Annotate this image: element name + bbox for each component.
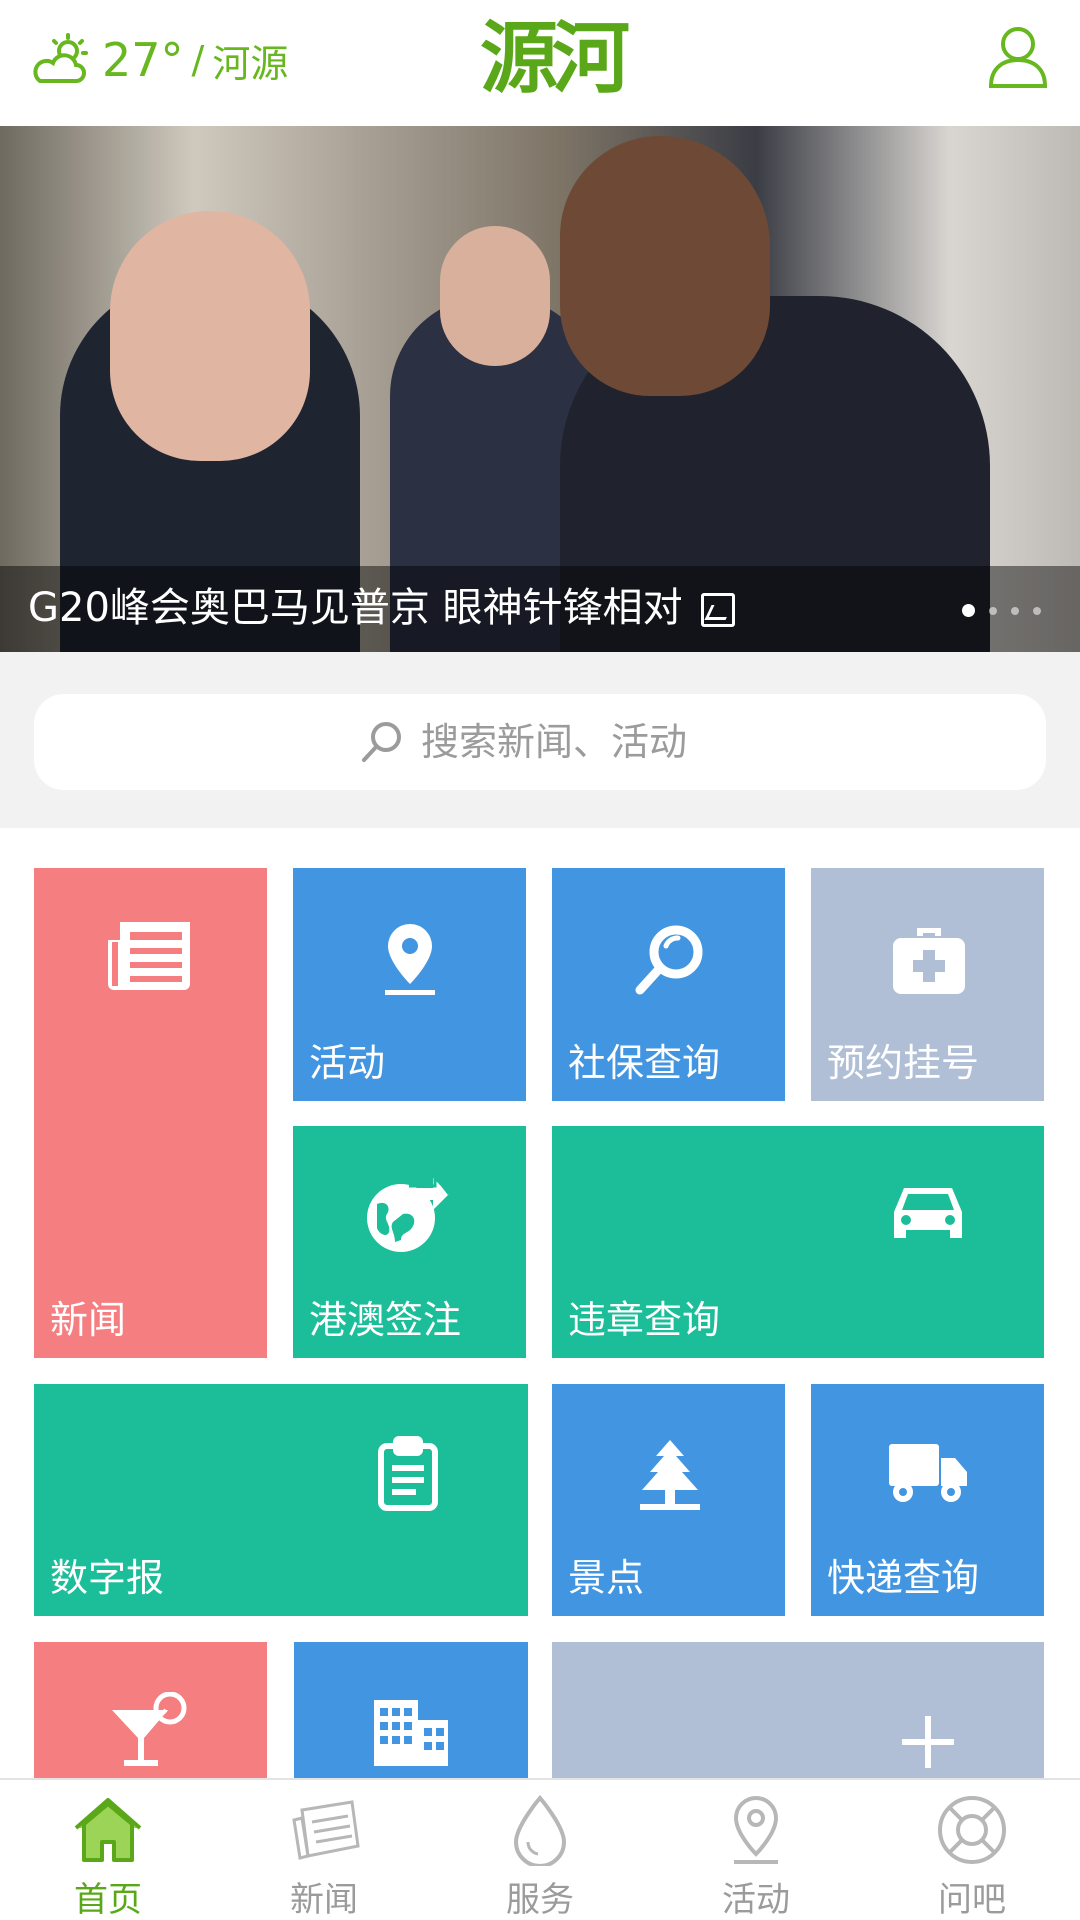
gallery-icon: [700, 593, 735, 627]
location-pin-icon: [733, 1795, 779, 1864]
city-name: 河源: [212, 41, 289, 86]
news-paper-icon: [292, 1800, 360, 1860]
carousel-indicator: [962, 604, 1041, 617]
tile-express-tracking[interactable]: 快递查询: [811, 1384, 1044, 1616]
banner-caption-bar: G20峰会奥巴马见普京 眼神针锋相对: [0, 566, 1080, 652]
news-banner-carousel[interactable]: G20峰会奥巴马见普京 眼神针锋相对: [0, 126, 1080, 652]
search-bar[interactable]: [34, 694, 1046, 790]
nav-item-home[interactable]: 首页: [0, 1780, 216, 1920]
tile-label: 违章查询: [568, 1298, 721, 1342]
user-icon[interactable]: [987, 24, 1049, 88]
nav-label: 新闻: [290, 1880, 358, 1920]
banner-photo-figure: [110, 211, 310, 461]
partly-cloudy-icon: [33, 33, 88, 83]
tile-label: 数字报: [50, 1556, 165, 1600]
search-icon: [362, 722, 401, 762]
tile-label: 景点: [568, 1556, 645, 1600]
car-icon: [894, 1188, 962, 1238]
nav-label: 活动: [722, 1880, 790, 1920]
nav-item-ask[interactable]: 问吧: [864, 1780, 1080, 1920]
nav-item-activity[interactable]: 活动: [648, 1780, 864, 1920]
tile-label: 活动: [309, 1041, 386, 1085]
banner-caption-text: G20峰会奥巴马见普京 眼神针锋相对: [28, 585, 683, 631]
app-logo: 源河: [480, 13, 630, 104]
home-icon: [74, 1798, 142, 1862]
medical-kit-icon: [893, 928, 965, 994]
carousel-dot-3[interactable]: [1011, 606, 1019, 615]
nav-label: 服务: [506, 1880, 574, 1920]
search-input[interactable]: [421, 720, 721, 764]
tile-activity[interactable]: 活动: [293, 868, 526, 1101]
bottom-navigation: 首页 新闻 服务 活动 问吧: [0, 1778, 1080, 1920]
tree-icon: [640, 1440, 700, 1510]
tile-label: 新闻: [50, 1298, 127, 1342]
building-icon: [374, 1700, 448, 1766]
top-bar: 27° / 河源 源河: [0, 0, 1080, 126]
lifebuoy-icon: [938, 1796, 1006, 1864]
truck-icon: [889, 1444, 967, 1502]
banner-caption: G20峰会奥巴马见普京 眼神针锋相对: [28, 580, 735, 636]
tile-label: 预约挂号: [827, 1041, 980, 1085]
search-section: [0, 652, 1080, 828]
city-separator: /: [191, 38, 205, 82]
temperature: 27°: [102, 33, 184, 87]
service-grid: 新闻 活动 社保查询 预约挂号 港澳签注 违章查询 数字报 景点 快递查询: [0, 828, 1080, 1778]
newspaper-icon: [108, 922, 190, 990]
home-screen: 27° / 河源 源河 G20峰会奥巴马见普京 眼神针锋相对 搜索新闻、活动 新…: [0, 0, 1080, 1920]
banner-photo-figure: [440, 226, 550, 366]
nav-label: 首页: [74, 1880, 142, 1920]
magnifier-icon: [635, 925, 703, 995]
water-drop-icon: [513, 1794, 567, 1866]
tile-add-more[interactable]: [552, 1642, 1044, 1778]
tile-traffic-violation[interactable]: 违章查询: [552, 1126, 1044, 1358]
location-pin-icon: [385, 924, 435, 995]
weather-widget[interactable]: 27° / 河源: [30, 30, 288, 90]
plus-icon: [902, 1716, 954, 1768]
nav-label: 问吧: [938, 1880, 1006, 1920]
tile-hk-macao-endorsement[interactable]: 港澳签注: [293, 1126, 526, 1358]
tile-appointment[interactable]: 预约挂号: [811, 868, 1044, 1101]
globe-arrow-icon: [367, 1174, 449, 1252]
tile-leisure[interactable]: [34, 1642, 267, 1778]
banner-photo-figure: [560, 136, 770, 396]
tile-digital-newspaper[interactable]: 数字报: [34, 1384, 528, 1616]
nav-item-services[interactable]: 服务: [432, 1780, 648, 1920]
tile-news[interactable]: 新闻: [34, 868, 267, 1358]
nav-item-news[interactable]: 新闻: [216, 1780, 432, 1920]
cocktail-icon: [112, 1692, 187, 1766]
tile-label: 港澳签注: [309, 1298, 462, 1342]
carousel-dot-2[interactable]: [989, 606, 997, 615]
tile-social-security[interactable]: 社保查询: [552, 868, 785, 1101]
tile-building[interactable]: [294, 1642, 528, 1778]
clipboard-icon: [378, 1436, 438, 1511]
carousel-dot-4[interactable]: [1033, 606, 1041, 615]
carousel-dot-1[interactable]: [962, 604, 975, 617]
tile-scenic-spots[interactable]: 景点: [552, 1384, 785, 1616]
tile-label: 社保查询: [568, 1041, 721, 1085]
tile-label: 快递查询: [827, 1556, 980, 1600]
